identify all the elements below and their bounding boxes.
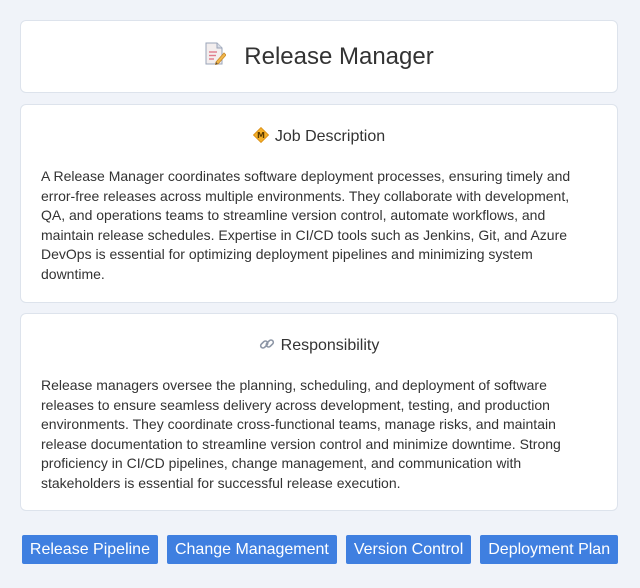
responsibility-card: Responsibility Release managers oversee … <box>20 313 618 511</box>
tag-list: Release Pipeline Change Management Versi… <box>0 535 640 564</box>
header-card: Release Manager <box>20 20 618 93</box>
responsibility-heading: Responsibility <box>21 336 617 356</box>
tag-version-control[interactable]: Version Control <box>345 535 472 564</box>
link-icon <box>259 336 275 357</box>
section-title: Job Description <box>274 128 386 145</box>
svg-text:M: M <box>257 131 265 140</box>
job-description-card: M Job Description A Release Manager coor… <box>20 104 618 303</box>
section-body: A Release Manager coordinates software d… <box>41 168 571 282</box>
section-body: Release managers oversee the planning, s… <box>41 377 561 491</box>
section-title: Responsibility <box>280 337 380 354</box>
page-title: Release Manager <box>244 42 434 70</box>
job-description-heading: M Job Description <box>21 126 617 148</box>
tag-change-management[interactable]: Change Management <box>166 535 337 564</box>
tag-deployment-plan[interactable]: Deployment Plan <box>480 535 619 564</box>
memo-icon <box>204 42 227 71</box>
diamond-badge-icon: M <box>252 126 269 148</box>
tag-release-pipeline[interactable]: Release Pipeline <box>21 535 158 564</box>
